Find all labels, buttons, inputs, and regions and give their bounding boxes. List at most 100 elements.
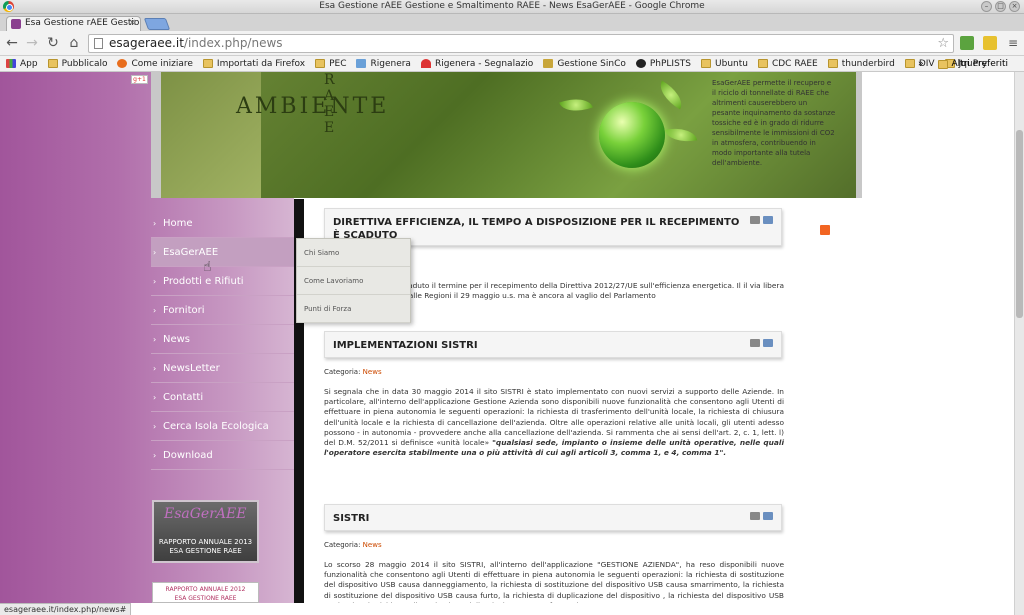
report-logo: EsaGerAEE (164, 506, 247, 522)
window-titlebar: Esa Gestione rAEE Gestione e Smaltimento… (0, 0, 1024, 14)
maximize-icon[interactable]: □ (995, 1, 1006, 12)
extension-icon[interactable] (983, 36, 997, 50)
tab-close-icon[interactable]: × (128, 17, 136, 30)
bookmark-item[interactable]: thunderbird (827, 58, 895, 69)
nav-item[interactable]: NewsLetter (151, 354, 294, 383)
nav-item[interactable]: Prodotti e Rifiuti (151, 267, 294, 296)
minimize-icon[interactable]: – (981, 1, 992, 12)
print-icon[interactable] (750, 339, 760, 347)
nav-item[interactable]: EsaGerAEE (151, 238, 294, 267)
bookmark-label: thunderbird (841, 58, 895, 69)
back-arrow-icon[interactable]: ← (4, 35, 20, 51)
bookmark-item[interactable]: PhPLISTS (635, 58, 692, 69)
article-title[interactable]: IMPLEMENTAZIONI SISTRI (324, 331, 782, 358)
category-link[interactable]: News (363, 368, 382, 376)
bookmarks-bar: App Pubblicalo Come iniziare Importati da F… (0, 56, 1024, 72)
other-bookmarks[interactable]: Altri Preferiti (937, 59, 1008, 69)
window-title: Esa Gestione rAEE Gestione e Smaltimento… (319, 1, 705, 11)
nav-item[interactable]: News (151, 325, 294, 354)
bookmark-star-icon[interactable]: ☆ (937, 35, 949, 52)
folder-icon (937, 59, 948, 69)
bookmark-item[interactable]: Rigenera (356, 58, 411, 69)
bookmark-label: CDC RAEE (771, 58, 818, 69)
bookmark-label: PhPLISTS (649, 58, 692, 69)
bookmark-item[interactable]: Pubblicalo (47, 58, 108, 69)
banner-description: EsaGerAEE permette il recupero e il rici… (712, 79, 836, 167)
bookmark-label: Importati da Firefox (216, 58, 306, 69)
article-title[interactable]: SISTRI (324, 504, 782, 531)
esageraee-submenu: Chi Siamo Come Lavoriamo Punti di Forza (296, 238, 411, 323)
submenu-item[interactable]: Chi Siamo (297, 239, 410, 267)
submenu-item[interactable]: Punti di Forza (297, 295, 410, 323)
article-title-text[interactable]: SISTRI (333, 513, 369, 524)
print-icon[interactable] (750, 512, 760, 520)
apps-icon (6, 59, 16, 68)
web-page: g+1 AMBIENTE R A E E EsaGerAEE permette … (0, 72, 1014, 603)
bookmark-item[interactable]: PEC (315, 59, 346, 69)
tab-news[interactable]: Esa Gestione rAEE Gestio × (6, 16, 141, 31)
grn-icon (543, 59, 554, 68)
folder-icon (47, 59, 58, 68)
report-2012-banner[interactable]: RAPPORTO ANNUALE 2012 ESA GESTIONE RAEE (152, 582, 259, 603)
article-title-text[interactable]: IMPLEMENTAZIONI SISTRI (333, 340, 478, 351)
browser-toolbar: ← → ↻ ⌂ esageraee.it/index.php/news ☆ ≡ (0, 31, 1024, 56)
bookmark-item[interactable]: Importati da Firefox (202, 58, 306, 69)
folder-icon (757, 59, 768, 68)
email-icon[interactable] (763, 339, 773, 347)
close-window-icon[interactable]: × (1009, 1, 1020, 12)
chat-extension-icon[interactable] (960, 36, 974, 50)
submenu-item[interactable]: Come Lavoriamo (297, 267, 410, 295)
nav-item[interactable]: Home (151, 209, 294, 238)
nav-item[interactable]: Download (151, 441, 294, 470)
bookmark-item[interactable]: Ubuntu (701, 59, 748, 69)
page-scrollbar[interactable] (1014, 72, 1024, 615)
bookmark-label: Ubuntu (715, 58, 748, 69)
article-body: Lo scorso 28 maggio 2014 il sito SISTRI,… (324, 560, 784, 603)
banner-left-panel (161, 72, 261, 198)
category-link[interactable]: News (363, 541, 382, 549)
rss-icon[interactable] (820, 225, 830, 235)
article-body: caduto il termine per il recepimento del… (404, 281, 784, 301)
bookmark-item[interactable]: Come iniziare (117, 59, 193, 69)
bookmarks-more-icon[interactable]: » (918, 59, 924, 69)
scrollbar-thumb[interactable] (1016, 130, 1023, 318)
email-icon[interactable] (763, 512, 773, 520)
site-favicon-icon (11, 19, 21, 29)
blk-icon (635, 59, 646, 68)
address-bar[interactable]: esageraee.it/index.php/news ☆ (88, 34, 954, 53)
bookmarks-right: » Altri Preferiti (918, 59, 1018, 69)
nav-item[interactable]: Contatti (151, 383, 294, 412)
leaf-icon (664, 124, 698, 146)
bookmark-label: Gestione SinCo (557, 58, 626, 69)
bookmark-label: App (20, 58, 38, 69)
article-category: Categoria: News (324, 368, 382, 376)
new-tab-button[interactable] (143, 18, 171, 30)
menu-icon[interactable]: ≡ (1005, 35, 1021, 51)
reload-icon[interactable]: ↻ (45, 35, 61, 51)
report-title: RAPPORTO ANNUALE 2013 (158, 538, 253, 546)
forward-arrow-icon[interactable]: → (24, 35, 40, 51)
nav-item[interactable]: Fornitori (151, 296, 294, 325)
bookmark-item[interactable]: CDC RAEE (757, 58, 818, 69)
google-plus-button[interactable]: g+1 (131, 75, 148, 84)
banner-vertical-text: R A E E (324, 72, 335, 136)
article-body: Si segnala che in data 30 maggio 2014 il… (324, 387, 784, 458)
bookmark-item[interactable]: App (6, 59, 38, 69)
status-url: esageraee.it/index.php/news# (0, 603, 132, 615)
status-bar: esageraee.it/index.php/news# (0, 603, 1014, 615)
bookmark-item[interactable]: Gestione SinCo (543, 59, 626, 69)
leaf-icon (654, 80, 688, 110)
folder-icon (701, 59, 712, 68)
nav-item[interactable]: Cerca Isola Ecologica (151, 412, 294, 441)
blue-icon (356, 59, 367, 68)
print-icon[interactable] (750, 216, 760, 224)
folder-icon (202, 59, 213, 68)
home-icon[interactable]: ⌂ (66, 35, 82, 51)
email-icon[interactable] (763, 216, 773, 224)
folder-icon (315, 59, 326, 68)
report-2013-banner[interactable]: EsaGerAEE RAPPORTO ANNUALE 2013 ESA GEST… (152, 500, 259, 563)
bookmark-item[interactable]: Rigenera - Segnalazio (420, 59, 533, 69)
bookmark-label: Rigenera (370, 58, 411, 69)
hand-cursor-icon: ☝ (203, 259, 212, 275)
bookmark-label: Pubblicalo (61, 58, 108, 69)
